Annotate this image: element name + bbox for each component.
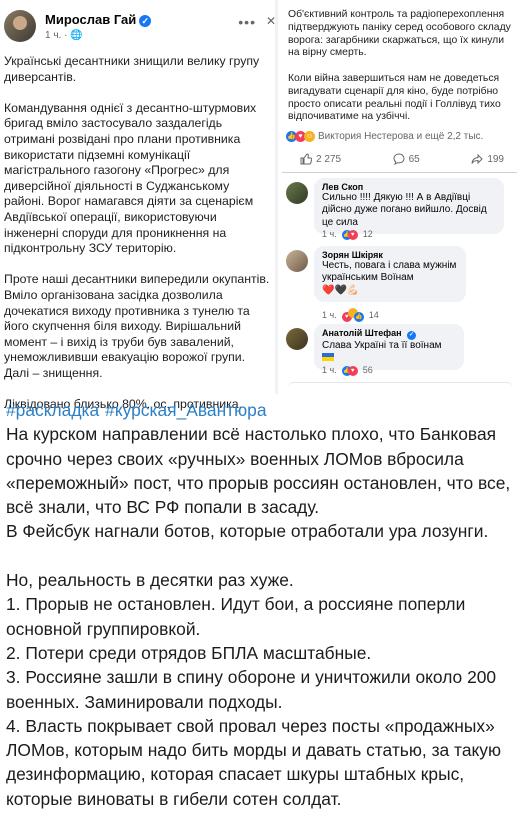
comment-text: Слава Україні та її воїнам [322,340,456,365]
comment: Лев Скоп Сильно !!!! Дякую !!! А в Авдії… [286,178,517,240]
like-reaction-icon: 👍 [353,312,364,322]
post-paragraph: Проте наші десантники випередили окупант… [4,272,270,380]
hashtag-link[interactable]: #раскладка [6,400,99,420]
author-name[interactable]: Мирослав Гай [45,12,136,27]
post-paragraph: Об'єктивний контроль та радіоперехопленн… [288,9,511,59]
commenter-avatar[interactable] [286,182,308,204]
comment: Анатолій Штефан ✓ Слава Україні та її во… [286,324,517,380]
verified-icon: ✓ [139,15,152,27]
share-icon [471,153,484,165]
divider [282,172,517,173]
comment-meta: 1 ч. ♥ 👍 14 [322,308,379,322]
globe-icon: 🌐 [70,30,83,41]
more-icon[interactable]: ••• [238,14,256,30]
commenter-name[interactable]: Лев Скоп [322,182,496,192]
share-button[interactable]: 199 [459,148,516,170]
comment-bubble: Анатолій Штефан ✓ Слава Україні та її во… [314,324,464,370]
comment-reactions[interactable]: 👍♥ [341,364,358,376]
care-reaction-icon: ☺ [304,131,315,142]
comment-meta: 1 ч. 👍♥ 12 [322,228,373,240]
like-icon [300,153,312,165]
comment-time[interactable]: 1 ч. [322,229,337,239]
post-body: Українські десантники знищили велику гру… [4,54,272,428]
post-time[interactable]: 1 ч. [45,30,61,41]
commentary-point: 2. Потери среди отрядов БПЛА масштабные. [6,642,372,663]
post-paragraph: Коли війна завершиться нам не доведеться… [288,72,501,123]
hashtags: #раскладка #курская_Авантюра [6,398,511,422]
comment-reactions[interactable]: ♥ 👍 [341,308,364,322]
commenter-name[interactable]: Зорян Шкіряк [322,250,458,260]
reactions-text: Виктория Нестерова и ещё 2,2 тыс. [318,131,484,142]
comment-reaction-count: 14 [368,310,379,320]
author-avatar[interactable] [4,10,36,42]
comment: Зорян Шкіряк Честь, повага і слава мужні… [286,246,517,322]
commenter-avatar[interactable] [286,328,308,350]
comment-button[interactable]: 65 [381,148,432,170]
commentary-intro: На курском направлении всё настолько пло… [6,424,511,542]
like-count: 2 275 [316,153,342,165]
comment-reaction-count: 12 [362,229,373,239]
comment-bubble: Лев Скоп Сильно !!!! Дякую !!! А в Авдії… [314,178,504,235]
reactions-summary[interactable]: 👍 ♥ ☺ Виктория Нестерова и ещё 2,2 тыс. [286,131,483,142]
commentary-text: #раскладка #курская_Авантюра На курском н… [6,398,511,811]
comment-icon [393,153,405,165]
next-comment-stub [288,382,513,388]
comment-text: Честь, повага і слава мужнім українським… [322,260,457,284]
column-separator [275,0,278,394]
commenter-name: Анатолій Штефан ✓ [322,328,456,340]
verified-icon: ✓ [407,331,417,340]
hashtag-link[interactable]: #курская_Авантюра [105,400,266,420]
love-reaction-icon: ♥ [347,366,358,376]
comment-time[interactable]: 1 ч. [322,365,337,375]
commenter-name-text[interactable]: Анатолій Штефан [322,328,402,338]
close-icon[interactable]: ✕ [266,14,276,28]
comment-time[interactable]: 1 ч. [322,310,337,320]
post-meta: 1 ч. · 🌐 [45,30,83,41]
post-paragraph: Українські десантники знищили велику гру… [4,54,260,84]
comment-meta: 1 ч. 👍♥ 56 [322,364,373,376]
love-reaction-icon: ♥ [347,230,358,240]
commentary-point: 4. Власть покрывает свой провал через по… [6,715,502,809]
commentary-point: 1. Прорыв не остановлен. Идут бои, а рос… [6,594,466,639]
comment-text-body: Слава Україні та її воїнам [322,340,442,351]
comment-reactions[interactable]: 👍♥ [341,228,358,240]
ukraine-flag-icon [322,353,334,362]
share-count: 199 [487,153,504,165]
comment-bubble: Зорян Шкіряк Честь, повага і слава мужні… [314,246,466,303]
comment-count: 65 [408,153,420,165]
post-paragraph: Командування однієї з десантно-штурмових… [4,100,257,256]
author-name-row[interactable]: Мирослав Гай ✓ [45,12,152,27]
action-bar: 2 275 65 199 [288,148,516,170]
comment-emoji: ❤️🖤💪🏻 [322,284,360,296]
post-continuation: Об'єктивний контроль та радіоперехопленн… [288,9,512,137]
like-button[interactable]: 2 275 [288,148,353,170]
commenter-avatar[interactable] [286,250,308,272]
post-header: Мирослав Гай ✓ 1 ч. · 🌐 ••• ✕ [4,8,276,44]
commentary-reality: Но, реальность в десятки раз хуже. [6,570,294,591]
comment-text: Сильно !!!! Дякую !!! А в Авдіївці дійсн… [322,192,487,228]
embedded-facebook-screenshot: Мирослав Гай ✓ 1 ч. · 🌐 ••• ✕ Українські … [0,0,517,411]
commentary-point: 3. Россияне зашли в спину обороне и унич… [6,667,497,712]
comment-reaction-count: 56 [362,365,373,375]
